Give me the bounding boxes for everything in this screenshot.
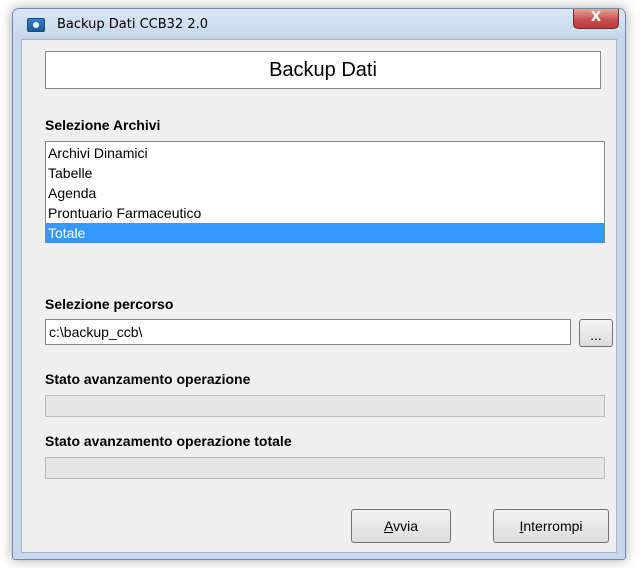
path-label: Selezione percorso	[45, 296, 174, 312]
start-mnemonic: A	[384, 518, 394, 534]
archives-label: Selezione Archivi	[45, 117, 161, 133]
start-button[interactable]: Avvia	[351, 509, 451, 543]
close-icon: X	[590, 10, 602, 25]
stop-label-rest: nterrompi	[523, 518, 583, 534]
operation-progress-bar	[45, 395, 605, 417]
list-item-totale[interactable]: Totale	[46, 223, 604, 243]
path-input[interactable]: c:\backup_ccb\	[45, 319, 571, 345]
total-progress-bar	[45, 457, 605, 479]
list-item-archivi-dinamici[interactable]: Archivi Dinamici	[46, 143, 604, 163]
operation-progress-label: Stato avanzamento operazione	[45, 371, 251, 387]
window-title: Backup Dati CCB32 2.0	[57, 17, 209, 32]
backup-app-icon	[27, 18, 45, 32]
title-bar[interactable]: Backup Dati CCB32 2.0 X	[13, 9, 625, 39]
list-item-tabelle[interactable]: Tabelle	[46, 163, 604, 183]
backup-window: Backup Dati CCB32 2.0 X Backup Dati Sele…	[12, 8, 626, 560]
total-progress-label: Stato avanzamento operazione totale	[45, 433, 292, 449]
archives-listbox[interactable]: Archivi Dinamici Tabelle Agenda Prontuar…	[45, 141, 605, 243]
header-title: Backup Dati	[45, 51, 601, 89]
stop-button[interactable]: Interrompi	[493, 509, 609, 543]
start-label-rest: vvia	[393, 518, 418, 534]
close-button[interactable]: X	[573, 9, 619, 29]
list-item-agenda[interactable]: Agenda	[46, 183, 604, 203]
browse-button[interactable]: ...	[579, 319, 613, 347]
list-item-prontuario-farmaceutico[interactable]: Prontuario Farmaceutico	[46, 203, 604, 223]
